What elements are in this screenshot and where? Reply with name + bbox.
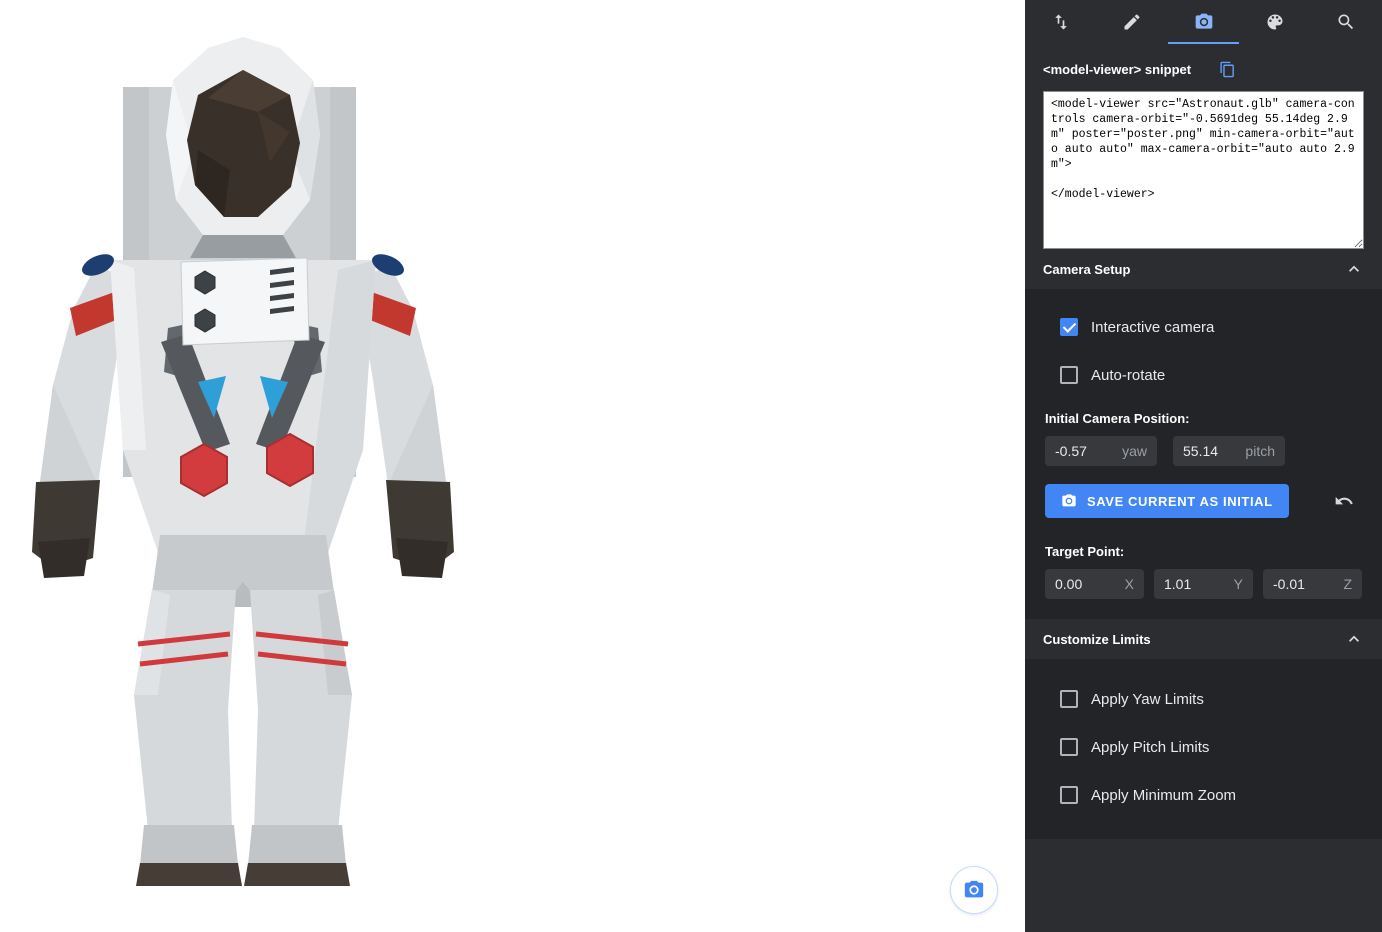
tab-camera[interactable] [1168, 0, 1239, 44]
reset-initial-camera-button[interactable] [1334, 491, 1354, 511]
target-x-unit-label: X [1125, 576, 1134, 592]
auto-rotate-checkbox-row[interactable]: Auto-rotate [1045, 351, 1362, 399]
auto-rotate-checkbox[interactable] [1060, 366, 1078, 384]
pencil-icon [1122, 12, 1142, 32]
editor-panel: <model-viewer> snippet <model-viewer src… [1025, 0, 1382, 932]
undo-icon [1334, 491, 1354, 511]
snippet-code-textarea[interactable]: <model-viewer src="Astronaut.glb" camera… [1043, 91, 1364, 249]
yaw-unit-label: yaw [1122, 443, 1147, 459]
apply-pitch-limits-checkbox-row[interactable]: Apply Pitch Limits [1045, 723, 1362, 771]
camera-setup-header[interactable]: Camera Setup [1025, 249, 1382, 289]
target-z-field[interactable]: Z [1263, 569, 1362, 599]
apply-minimum-zoom-checkbox-row[interactable]: Apply Minimum Zoom [1045, 771, 1362, 819]
target-point-label: Target Point: [1045, 544, 1362, 559]
search-icon [1336, 12, 1356, 32]
target-y-unit-label: Y [1234, 576, 1243, 592]
apply-minimum-zoom-checkbox[interactable] [1060, 786, 1078, 804]
yaw-field[interactable]: yaw [1045, 436, 1157, 466]
copy-icon [1219, 61, 1236, 78]
camera-setup-body: Interactive camera Auto-rotate Initial C… [1025, 289, 1382, 619]
save-button-label: SAVE CURRENT AS INITIAL [1087, 494, 1273, 509]
tab-edit[interactable] [1096, 0, 1167, 44]
chevron-up-icon[interactable] [1344, 629, 1364, 649]
save-current-as-initial-button[interactable]: SAVE CURRENT AS INITIAL [1045, 484, 1289, 518]
copy-snippet-button[interactable] [1219, 61, 1236, 78]
chevron-up-icon[interactable] [1344, 259, 1364, 279]
customize-limits-body: Apply Yaw Limits Apply Pitch Limits Appl… [1025, 659, 1382, 839]
target-y-field[interactable]: Y [1154, 569, 1253, 599]
camera-icon [1061, 493, 1077, 509]
checkbox-label: Apply Minimum Zoom [1091, 787, 1236, 804]
checkbox-label: Apply Yaw Limits [1091, 691, 1204, 708]
interactive-camera-checkbox[interactable] [1060, 318, 1078, 336]
yaw-input[interactable] [1055, 443, 1116, 459]
target-y-input[interactable] [1164, 576, 1228, 592]
section-title: Customize Limits [1043, 632, 1151, 647]
tab-inspector[interactable] [1311, 0, 1382, 44]
pitch-input[interactable] [1183, 443, 1239, 459]
swap-vert-icon [1051, 12, 1071, 32]
palette-icon [1265, 12, 1285, 32]
capture-poster-button[interactable] [950, 866, 998, 914]
customize-limits-header[interactable]: Customize Limits [1025, 619, 1382, 659]
camera-icon [963, 879, 985, 901]
initial-camera-position-label: Initial Camera Position: [1045, 411, 1362, 426]
interactive-camera-checkbox-row[interactable]: Interactive camera [1045, 303, 1362, 351]
model-viewer-editor: <model-viewer> snippet <model-viewer src… [0, 0, 1382, 932]
checkbox-label: Auto-rotate [1091, 367, 1165, 384]
pitch-unit-label: pitch [1245, 443, 1275, 459]
apply-yaw-limits-checkbox[interactable] [1060, 690, 1078, 708]
apply-yaw-limits-checkbox-row[interactable]: Apply Yaw Limits [1045, 675, 1362, 723]
snippet-title: <model-viewer> snippet [1043, 62, 1191, 77]
astronaut-model [18, 30, 468, 890]
target-z-unit-label: Z [1343, 576, 1352, 592]
checkbox-label: Apply Pitch Limits [1091, 739, 1209, 756]
model-viewport[interactable] [0, 0, 1025, 932]
tab-import-export[interactable] [1025, 0, 1096, 44]
pitch-field[interactable]: pitch [1173, 436, 1285, 466]
target-z-input[interactable] [1273, 576, 1337, 592]
target-x-input[interactable] [1055, 576, 1119, 592]
section-title: Camera Setup [1043, 262, 1130, 277]
target-x-field[interactable]: X [1045, 569, 1144, 599]
panel-filler [1025, 839, 1382, 932]
checkbox-label: Interactive camera [1091, 319, 1214, 336]
tab-materials[interactable] [1239, 0, 1310, 44]
panel-tab-bar [1025, 0, 1382, 44]
camera-icon [1194, 12, 1214, 32]
apply-pitch-limits-checkbox[interactable] [1060, 738, 1078, 756]
